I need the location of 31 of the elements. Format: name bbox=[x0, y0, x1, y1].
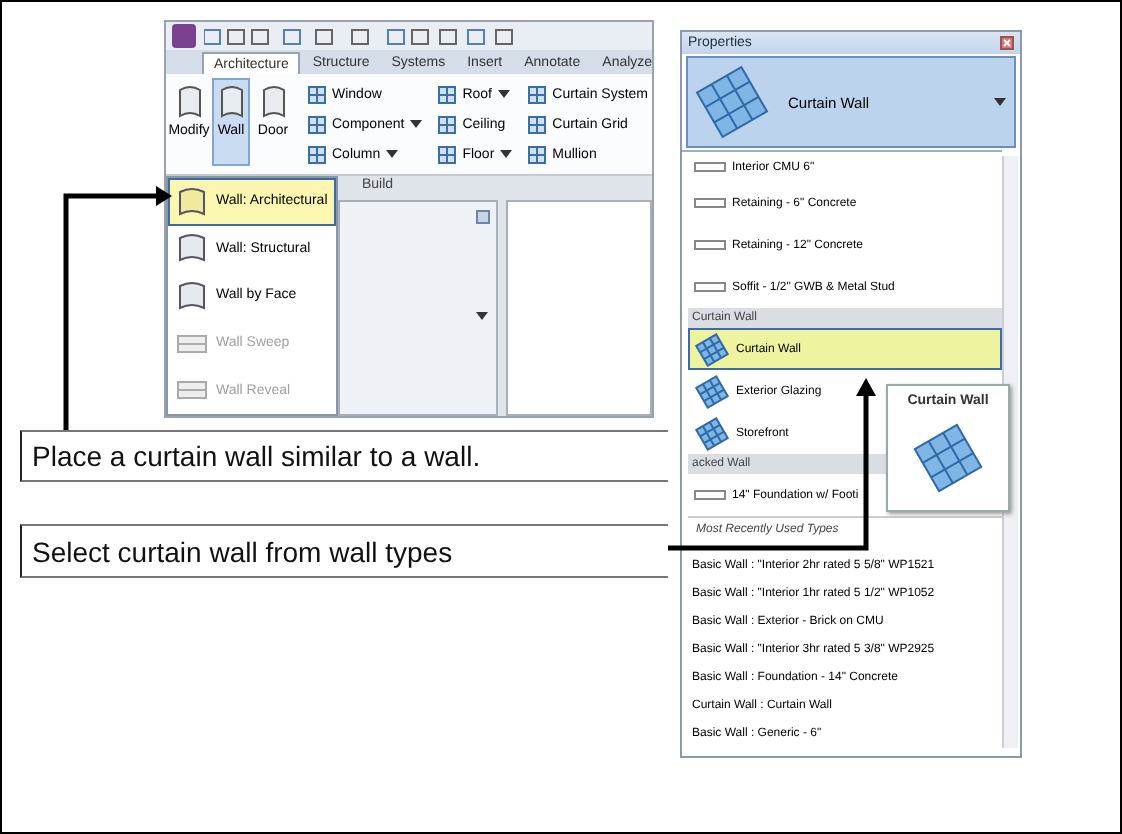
caret-icon bbox=[500, 150, 513, 158]
grid-icon bbox=[438, 145, 457, 163]
grid-icon bbox=[438, 115, 457, 133]
caret-icon bbox=[994, 98, 1006, 106]
wall-swatch-icon bbox=[694, 490, 726, 500]
grid-icon bbox=[528, 145, 547, 163]
wall-panel-icon bbox=[175, 84, 203, 120]
grid-icon bbox=[528, 115, 547, 133]
grid-icon bbox=[308, 145, 326, 163]
app-logo-icon bbox=[170, 22, 198, 50]
curtain-panel-icon bbox=[694, 331, 730, 367]
callout-text: Select curtain wall from wall types bbox=[32, 535, 453, 567]
caret-icon bbox=[410, 120, 423, 128]
wall-panel-icon bbox=[176, 279, 208, 312]
wall-swatch-icon bbox=[694, 198, 726, 208]
callout-text: Place a curtain wall similar to a wall. bbox=[32, 440, 481, 472]
caret-icon bbox=[498, 90, 510, 98]
wall-swatch-icon bbox=[694, 162, 726, 172]
wall-panel-icon bbox=[176, 185, 208, 218]
caret-icon bbox=[476, 312, 488, 320]
grid-icon bbox=[528, 85, 547, 103]
wall-panel-icon bbox=[176, 232, 208, 265]
grid-icon bbox=[308, 85, 326, 103]
curtain-panel-icon bbox=[692, 62, 772, 142]
grid-icon bbox=[438, 85, 457, 103]
caret-icon bbox=[386, 150, 399, 158]
wall-swatch-icon bbox=[694, 282, 726, 292]
wall-swatch-icon bbox=[694, 240, 726, 250]
wall-panel-icon bbox=[259, 84, 287, 120]
grid-icon bbox=[308, 115, 326, 133]
wall-panel-icon bbox=[217, 84, 245, 120]
